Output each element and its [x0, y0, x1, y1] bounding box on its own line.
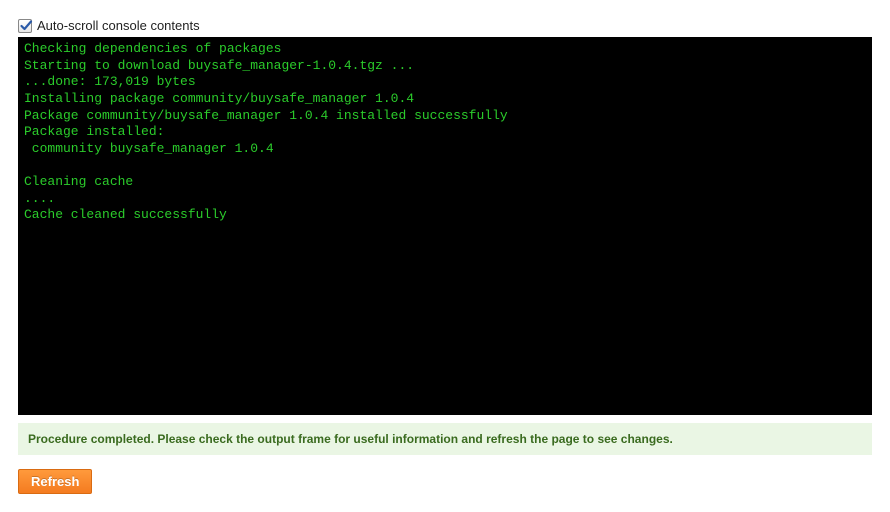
auto-scroll-row: Auto-scroll console contents: [18, 18, 872, 33]
auto-scroll-checkbox[interactable]: [18, 19, 32, 33]
status-bar: Procedure completed. Please check the ou…: [18, 423, 872, 455]
console-output: Checking dependencies of packages Starti…: [18, 37, 872, 415]
status-message: Procedure completed. Please check the ou…: [28, 432, 673, 446]
auto-scroll-label: Auto-scroll console contents: [37, 18, 200, 33]
checkmark-icon: [19, 19, 33, 33]
refresh-button[interactable]: Refresh: [18, 469, 92, 494]
